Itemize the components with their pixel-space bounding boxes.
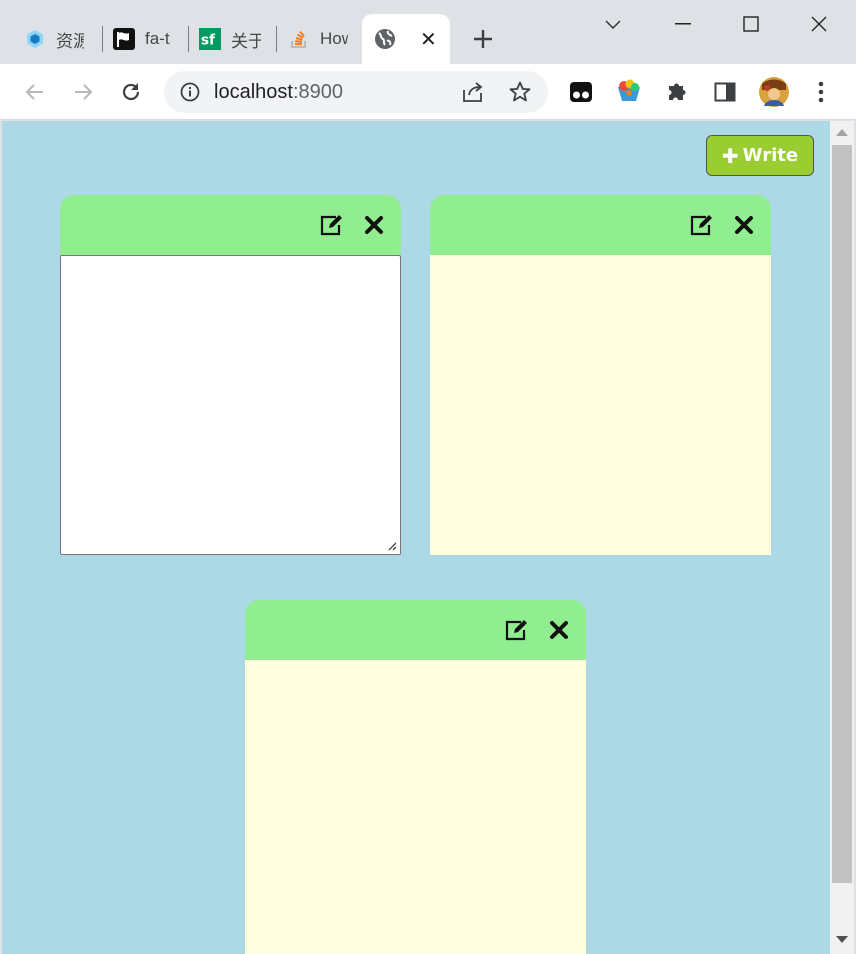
tab-label: 关于 (231, 31, 261, 51)
side-panel-icon[interactable] (711, 78, 739, 106)
close-icon[interactable] (545, 616, 573, 644)
page-viewport: ✚ Write (2, 121, 830, 954)
edit-icon[interactable] (318, 211, 346, 239)
browser-menu-icon[interactable] (807, 78, 835, 106)
resize-grip-icon[interactable] (385, 539, 397, 551)
note-header (430, 195, 771, 255)
edit-icon[interactable] (688, 211, 716, 239)
note-textarea[interactable] (60, 255, 401, 555)
tab-active[interactable]: ✕ (362, 14, 450, 64)
maximize-button[interactable] (736, 10, 766, 38)
vertical-scrollbar[interactable] (830, 121, 854, 954)
extension-tampermonkey-icon[interactable] (567, 78, 595, 106)
tab-fa[interactable]: fa-t (113, 14, 179, 64)
tab-divider (102, 26, 103, 52)
browser-toolbar: localhost:8900 (0, 64, 856, 120)
sf-logo-icon: sf (199, 28, 221, 50)
url-text: localhost:8900 (214, 81, 343, 104)
extensions-puzzle-icon[interactable] (663, 78, 691, 106)
note-card (60, 195, 401, 555)
tab-strip: 资源 fa-t sf 关于 How ✕ (0, 0, 856, 64)
flag-icon (113, 28, 135, 50)
extension-colorful-icon[interactable] (615, 78, 643, 106)
webpack-cube-icon (24, 28, 46, 50)
stackoverflow-icon (288, 28, 310, 50)
tab-divider (188, 26, 189, 52)
site-info-icon[interactable] (180, 82, 200, 107)
svg-text:sf: sf (201, 33, 216, 49)
note-card (430, 195, 771, 555)
write-button-label: Write (742, 145, 799, 166)
reload-button[interactable] (117, 78, 145, 106)
close-icon[interactable] (360, 211, 388, 239)
tab-label: How (320, 29, 348, 48)
forward-button[interactable] (69, 78, 97, 106)
share-icon[interactable] (461, 81, 485, 108)
address-bar[interactable]: localhost:8900 (164, 71, 548, 113)
globe-icon (374, 28, 396, 50)
scroll-down-arrow-icon[interactable] (836, 936, 848, 943)
close-tab-icon[interactable]: ✕ (420, 27, 437, 52)
tab-search-chevron-down-icon[interactable] (598, 10, 628, 38)
note-header (60, 195, 401, 255)
scroll-up-arrow-icon[interactable] (836, 129, 848, 136)
note-header (245, 600, 586, 660)
new-tab-button[interactable] (470, 26, 496, 52)
url-host: localhost (214, 81, 293, 103)
back-button[interactable] (21, 78, 49, 106)
minimize-button[interactable] (668, 10, 698, 38)
tab-about[interactable]: sf 关于 (199, 14, 267, 64)
scrollbar-thumb[interactable] (832, 145, 852, 883)
note-content (430, 255, 771, 555)
tab-label: fa-t (145, 29, 170, 48)
write-button[interactable]: ✚ Write (706, 135, 814, 176)
close-window-button[interactable] (804, 10, 834, 38)
note-content (245, 660, 586, 954)
bookmark-star-icon[interactable] (508, 80, 532, 109)
tab-label: 资源 (56, 31, 84, 51)
tab-resources[interactable]: 资源 (24, 14, 94, 64)
edit-icon[interactable] (503, 616, 531, 644)
note-card (245, 600, 586, 954)
url-port: :8900 (292, 81, 343, 103)
tab-how[interactable]: How (288, 14, 354, 64)
profile-avatar[interactable] (758, 76, 790, 108)
tab-divider (276, 26, 277, 52)
plus-icon: ✚ (721, 143, 739, 168)
close-icon[interactable] (730, 211, 758, 239)
